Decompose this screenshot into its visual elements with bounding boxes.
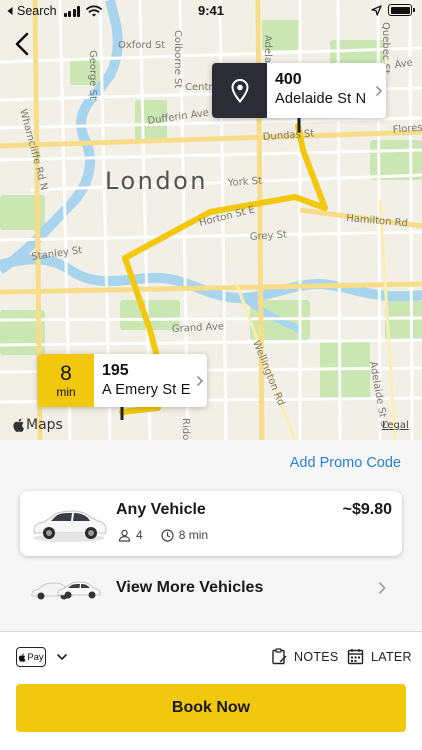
pickup-eta-unit: min — [56, 384, 76, 399]
svg-text:Ridout St S: Ridout St S — [180, 418, 191, 440]
pickup-eta-value: 8 — [60, 361, 72, 385]
apple-logo-icon — [19, 653, 26, 662]
selected-vehicle-card[interactable]: Any Vehicle ~$9.80 4 8 min — [20, 491, 402, 556]
book-now-button[interactable]: Book Now — [16, 684, 406, 732]
chevron-right-icon — [378, 581, 386, 595]
cars-icon — [31, 581, 101, 600]
svg-text:George St: George St — [87, 50, 98, 100]
add-promo-code-link[interactable]: Add Promo Code — [290, 455, 401, 471]
payment-method-select[interactable]: Pay — [16, 647, 68, 667]
apple-logo-icon — [13, 418, 25, 432]
vehicle-eta: 8 min — [178, 528, 209, 542]
pickup-eta-box: 8 min — [38, 354, 94, 407]
view-more-vehicles-label: View More Vehicles — [116, 579, 264, 596]
apple-pay-badge: Pay — [16, 647, 46, 667]
schedule-later-button[interactable]: LATER — [347, 648, 412, 665]
chevron-down-icon — [56, 653, 68, 661]
book-area: Book Now — [0, 682, 422, 750]
pickup-number: 195 — [102, 362, 129, 379]
svg-text:Oxford St: Oxford St — [118, 40, 165, 51]
svg-text:Colborne St: Colborne St — [172, 30, 183, 88]
chevron-right-icon — [196, 375, 204, 386]
calendar-icon — [347, 649, 364, 665]
city-label: London — [105, 167, 208, 195]
destination-street: Adelaide St N — [275, 91, 367, 107]
battery-icon — [388, 4, 415, 16]
maps-attribution-label: Maps — [26, 417, 63, 433]
view-more-vehicles-row[interactable]: View More Vehicles — [0, 567, 422, 613]
vehicle-name: Any Vehicle — [116, 501, 206, 518]
destination-pin-box — [212, 63, 267, 118]
notes-icon — [272, 648, 287, 665]
maps-attribution[interactable]: Maps — [12, 417, 63, 433]
location-pin-icon — [230, 78, 249, 103]
map-view[interactable]: Oxford St George St Colborne St Adelaide… — [0, 0, 422, 440]
later-label: LATER — [371, 649, 412, 664]
pickup-street: A Emery St E — [102, 382, 191, 398]
legal-link[interactable]: Legal — [382, 420, 409, 431]
status-bar: Search 9:41 — [0, 0, 422, 22]
notes-button[interactable]: NOTES — [271, 648, 339, 665]
destination-number: 400 — [275, 71, 302, 88]
location-arrow-icon — [371, 4, 382, 16]
chevron-left-icon — [15, 32, 29, 56]
destination-callout[interactable]: 400 Adelaide St N — [212, 63, 386, 118]
status-time: 9:41 — [197, 3, 225, 18]
clock-icon — [161, 528, 174, 542]
passenger-icon — [118, 529, 131, 542]
booking-options-row: Pay NOTES LATER — [0, 632, 422, 682]
notes-label: NOTES — [294, 649, 339, 664]
vehicle-seats: 4 — [136, 528, 143, 542]
vehicle-price: ~$9.80 — [342, 501, 392, 518]
back-button[interactable] — [8, 30, 36, 58]
apple-pay-label: Pay — [27, 651, 44, 663]
chevron-right-icon — [375, 85, 383, 96]
vehicle-meta: 4 8 min — [118, 528, 208, 542]
pickup-callout[interactable]: 8 min 195 A Emery St E — [38, 354, 207, 407]
car-icon — [33, 510, 107, 542]
